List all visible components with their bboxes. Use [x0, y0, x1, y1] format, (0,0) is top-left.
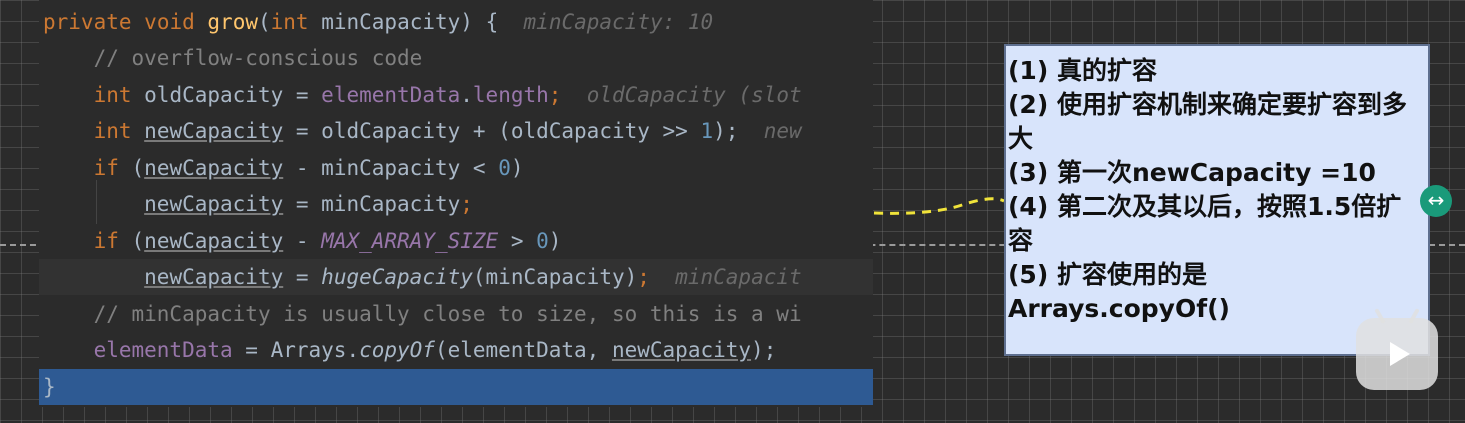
number: 0	[536, 229, 549, 253]
code-line-10[interactable]: elementData = Arrays.copyOf(elementData,…	[39, 332, 873, 368]
field-elementData: elementData	[321, 83, 461, 107]
minus: -	[283, 229, 322, 253]
video-player-icon[interactable]	[1356, 318, 1438, 390]
semicolon: ;	[637, 265, 650, 289]
number: 1	[700, 119, 714, 143]
param: minCapacity) {	[308, 10, 499, 34]
dot: .	[460, 83, 473, 107]
paren-close: )	[510, 156, 524, 180]
note-line-1: (1) 真的扩容	[1008, 56, 1157, 85]
assignment: = Arrays.	[232, 338, 360, 362]
comment: // overflow-conscious code	[93, 46, 423, 70]
semicolon: ;	[460, 192, 473, 216]
method-name: grow	[207, 10, 258, 34]
var-newCapacity: newCapacity	[144, 119, 284, 143]
greater-than: >	[498, 229, 537, 253]
number: 0	[498, 156, 511, 180]
keyword-private: private	[43, 10, 132, 34]
inline-hint: minCapacity: 10	[523, 10, 714, 34]
code-line-7[interactable]: if (newCapacity - MAX_ARRAY_SIZE > 0)	[39, 223, 873, 259]
note-line-5: (5) 扩容使用的是 Arrays.copyOf()	[1008, 260, 1230, 323]
semicolon: ;	[548, 83, 562, 107]
assignment: =	[283, 265, 322, 289]
var-newCapacity: newCapacity	[144, 229, 284, 253]
assignment: = minCapacity	[283, 192, 461, 216]
code-line-1[interactable]: private void grow(int minCapacity) { min…	[39, 4, 873, 40]
args: (minCapacity)	[472, 265, 638, 289]
declaration: oldCapacity =	[131, 83, 322, 107]
dashed-arrow-icon	[873, 193, 1012, 215]
note-line-2: (2) 使用扩容机制来确定要扩容到多大	[1008, 90, 1407, 153]
paren-open: (	[257, 10, 271, 34]
var-newCapacity: newCapacity	[611, 338, 752, 362]
keyword-int: int	[270, 10, 309, 34]
note-line-4: (4) 第二次及其以后，按照1.5倍扩容	[1008, 192, 1402, 255]
method-copyOf: copyOf	[359, 338, 435, 362]
field-elementData: elementData	[93, 338, 233, 362]
keyword-if: if	[93, 156, 119, 180]
args: (elementData,	[434, 338, 612, 362]
inline-hint: minCapacit	[675, 265, 802, 289]
keyword-int: int	[93, 119, 132, 143]
code-line-4[interactable]: int newCapacity = oldCapacity + (oldCapa…	[39, 113, 873, 149]
inline-hint: oldCapacity (slot	[586, 83, 802, 107]
code-line-5[interactable]: if (newCapacity - minCapacity < 0)	[39, 150, 873, 186]
code-line-2[interactable]: // overflow-conscious code	[39, 40, 873, 76]
code-line-11[interactable]: }	[39, 369, 873, 405]
expression: - minCapacity <	[283, 156, 499, 180]
code-line-6[interactable]: newCapacity = minCapacity;	[39, 186, 873, 222]
code-line-3[interactable]: int oldCapacity = elementData.length; ol…	[39, 77, 873, 113]
closing-brace: }	[43, 375, 56, 399]
inline-hint: new	[763, 119, 802, 143]
keyword-if: if	[93, 229, 119, 253]
code-line-9[interactable]: // minCapacity is usually close to size,…	[39, 296, 873, 332]
method-hugeCapacity: hugeCapacity	[321, 265, 473, 289]
paren-open: (	[118, 156, 145, 180]
code-line-8[interactable]: newCapacity = hugeCapacity(minCapacity);…	[39, 259, 873, 295]
keyword-int: int	[93, 83, 132, 107]
args-end: );	[751, 338, 777, 362]
keyword-void: void	[144, 10, 195, 34]
annotation-note-box[interactable]: (1) 真的扩容 (2) 使用扩容机制来确定要扩容到多大 (3) 第一次newC…	[1004, 44, 1430, 356]
play-icon	[1390, 342, 1410, 366]
paren-close: )	[548, 229, 562, 253]
resize-horizontal-icon[interactable]: ↔	[1420, 185, 1452, 217]
paren-open: (	[118, 229, 145, 253]
expression: = oldCapacity + (oldCapacity >>	[283, 119, 701, 143]
expression-end: );	[713, 119, 739, 143]
var-newCapacity: newCapacity	[144, 265, 284, 289]
comment: // minCapacity is usually close to size,…	[93, 302, 802, 326]
var-newCapacity: newCapacity	[144, 156, 284, 180]
constant-max-array-size: MAX_ARRAY_SIZE	[321, 229, 499, 253]
field-length: length	[472, 83, 549, 107]
var-newCapacity: newCapacity	[144, 192, 284, 216]
code-editor[interactable]: private void grow(int minCapacity) { min…	[39, 0, 873, 407]
note-line-3: (3) 第一次newCapacity =10	[1008, 158, 1376, 187]
